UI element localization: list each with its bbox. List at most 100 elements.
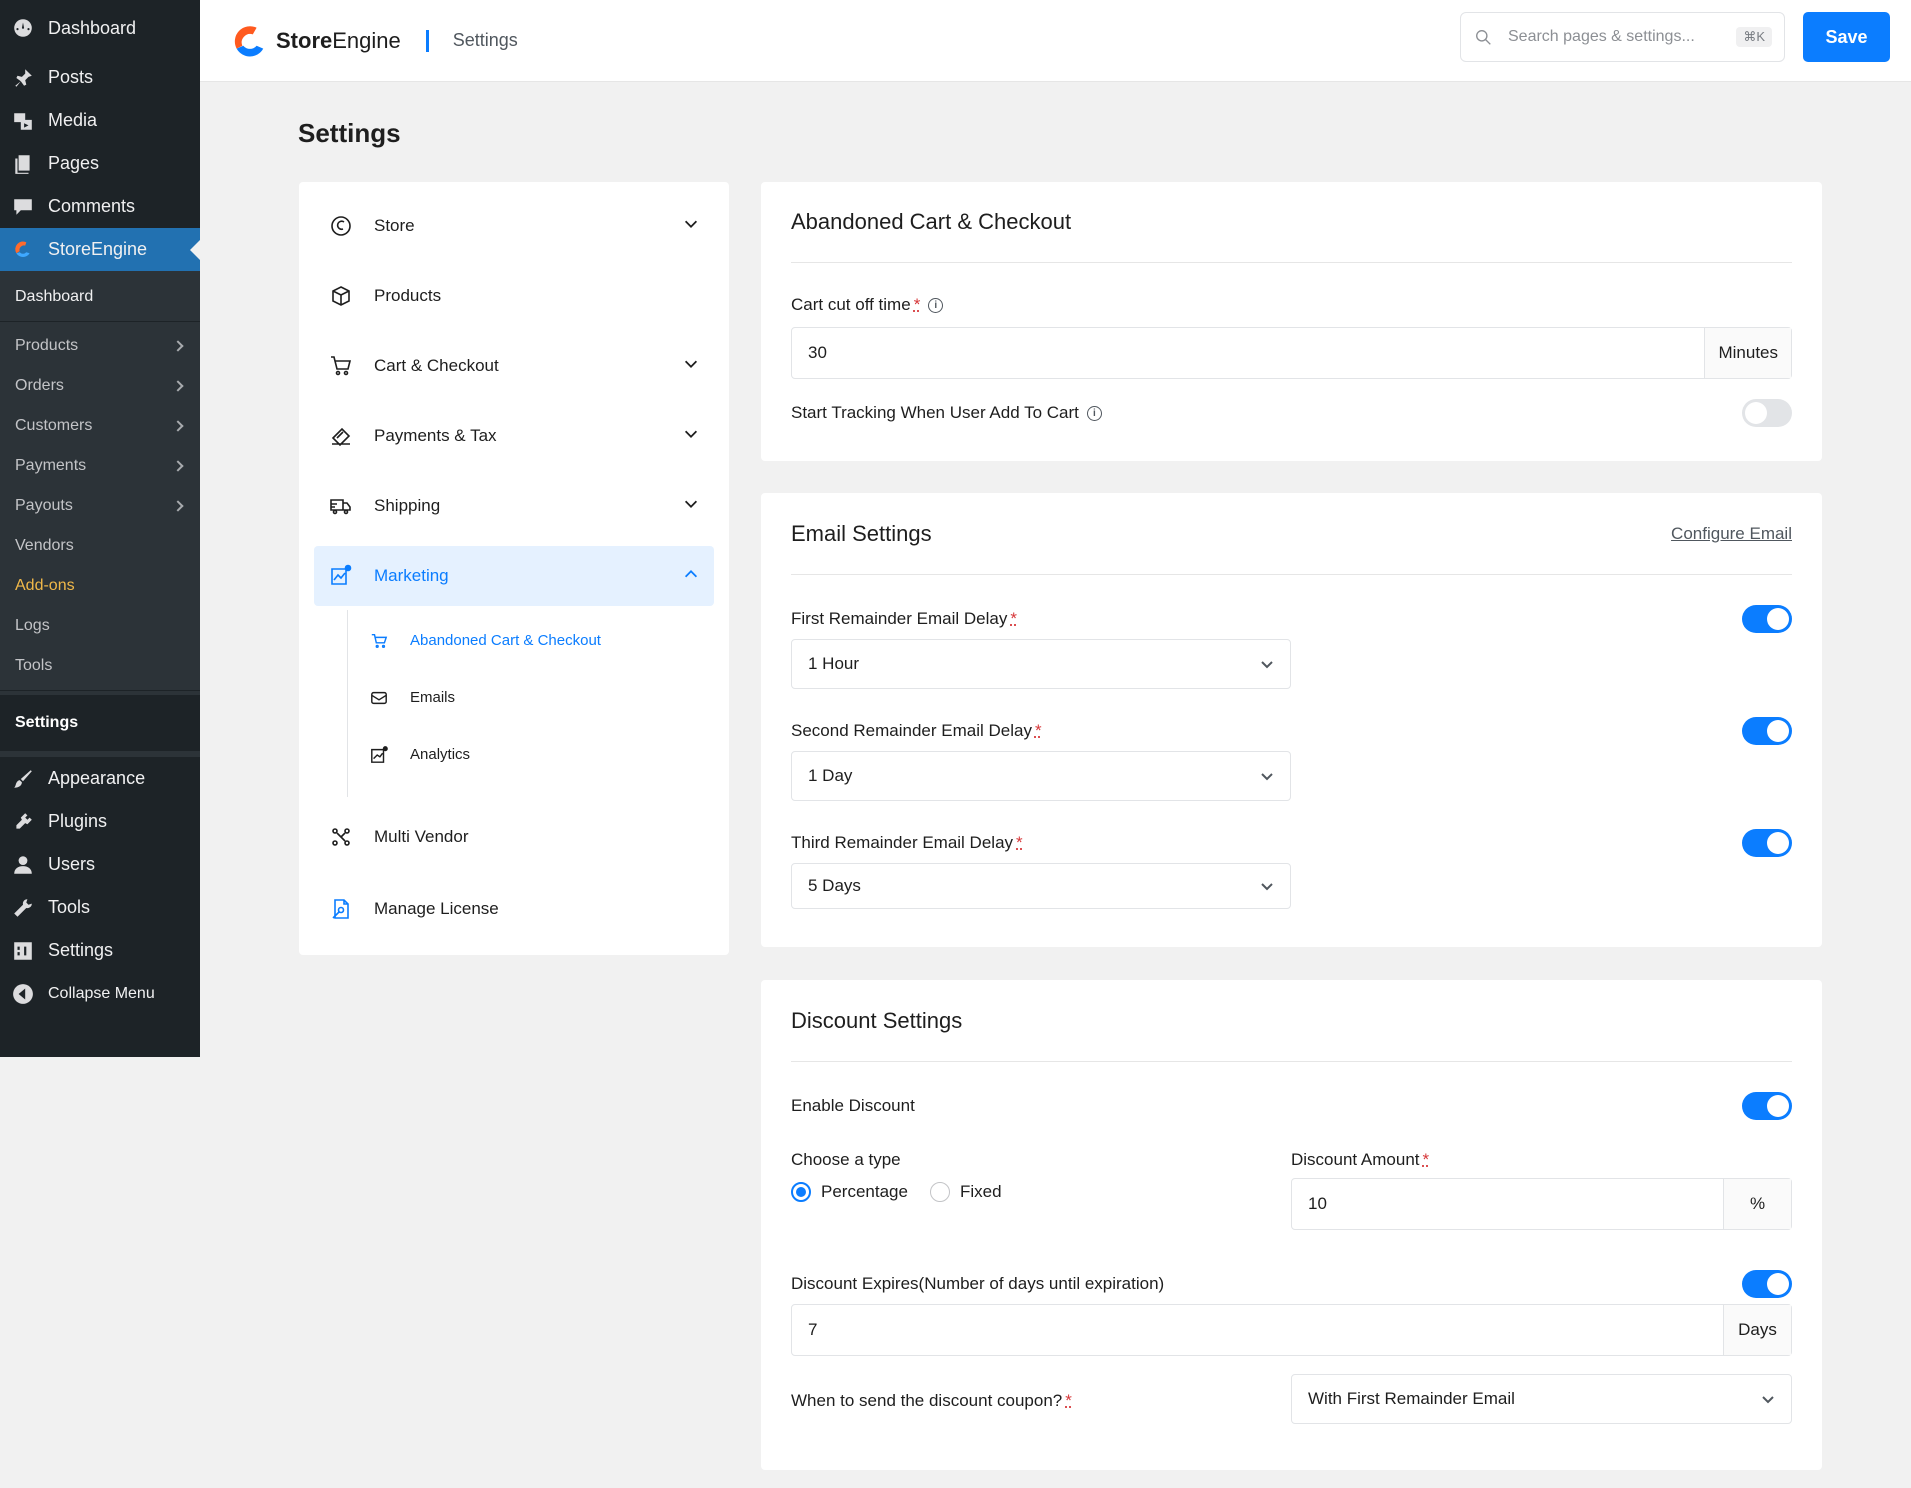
wrench-icon <box>12 897 34 919</box>
chevron-right-icon <box>172 340 184 352</box>
cutoff-time-input[interactable]: 30 Minutes <box>791 327 1792 379</box>
submenu-vendors[interactable]: Vendors <box>0 526 200 566</box>
third-delay-label: Third Remainder Email Delay * <box>791 833 1023 853</box>
wp-menu-appearance[interactable]: Appearance <box>0 757 200 800</box>
tracking-toggle[interactable] <box>1742 399 1792 427</box>
card-header: Email Settings Configure Email <box>791 493 1792 575</box>
chevron-down-icon <box>1261 883 1273 891</box>
wp-menu-collapse[interactable]: Collapse Menu <box>0 972 200 1015</box>
nav-label: Shipping <box>374 496 441 515</box>
wp-menu-storeengine[interactable]: StoreEngine <box>0 228 200 271</box>
third-delay-select[interactable]: 5 Days <box>791 863 1291 909</box>
settings-sliders-icon <box>12 940 34 962</box>
wp-menu-comments[interactable]: Comments <box>0 185 200 228</box>
abandoned-cart-card: Abandoned Cart & Checkout Cart cut off t… <box>761 182 1822 461</box>
card-title: Discount Settings <box>791 1007 963 1033</box>
chevron-down-icon[interactable] <box>682 495 700 518</box>
comment-icon <box>12 196 34 218</box>
brand-name: StoreEngine <box>276 28 401 54</box>
settings-nav-marketing[interactable]: Marketing <box>314 546 714 606</box>
third-delay-toggle[interactable] <box>1742 829 1792 857</box>
save-button[interactable]: Save <box>1803 12 1890 62</box>
settings-nav-payments-tax[interactable]: Payments & Tax <box>314 406 714 466</box>
chevron-down-icon <box>1762 1396 1774 1404</box>
chevron-down-icon[interactable] <box>682 355 700 378</box>
required-marker: * <box>913 295 921 314</box>
submenu-customers[interactable]: Customers <box>0 406 200 446</box>
enable-discount-toggle[interactable] <box>1742 1092 1792 1120</box>
submenu-label: Payouts <box>15 497 73 514</box>
discount-type-group: Choose a type Percentage Fixed <box>791 1150 1291 1230</box>
submenu-label: Vendors <box>15 537 74 554</box>
submenu-payments[interactable]: Payments <box>0 446 200 486</box>
chevron-down-icon[interactable] <box>682 215 700 238</box>
second-delay-toggle[interactable] <box>1742 717 1792 745</box>
submenu-addons[interactable]: Add-ons <box>0 566 200 606</box>
wp-menu-tools[interactable]: Tools <box>0 886 200 929</box>
envelope-icon <box>371 691 387 704</box>
settings-nav-products[interactable]: Products <box>314 266 714 326</box>
send-coupon-select[interactable]: With First Remainder Email <box>1291 1374 1792 1424</box>
submenu-label: Dashboard <box>15 288 94 305</box>
collapse-arrow-icon <box>12 983 34 1005</box>
wp-menu-settings[interactable]: Settings <box>0 929 200 972</box>
info-icon[interactable]: i <box>928 297 944 313</box>
submenu-label: Products <box>15 337 79 354</box>
radio-fixed[interactable]: Fixed <box>929 1182 1002 1202</box>
chevron-up-icon[interactable] <box>682 565 700 588</box>
user-icon <box>12 854 34 876</box>
discount-amount-input[interactable]: 10 % <box>1291 1178 1792 1230</box>
wp-menu-pages[interactable]: Pages <box>0 142 200 185</box>
second-delay-select[interactable]: 1 Day <box>791 751 1291 801</box>
settings-nav-multi-vendor[interactable]: Multi Vendor <box>314 807 714 867</box>
search-input[interactable]: Search pages & settings... ⌘K <box>1460 12 1785 62</box>
discount-expires-toggle[interactable] <box>1742 1270 1792 1298</box>
info-icon[interactable]: i <box>1086 405 1102 421</box>
first-delay-label: First Remainder Email Delay * <box>791 609 1017 629</box>
wp-menu-label: Settings <box>48 940 114 960</box>
radio-percentage[interactable]: Percentage <box>791 1182 908 1202</box>
required-marker: * <box>1010 609 1017 628</box>
wp-menu-plugins[interactable]: Plugins <box>0 800 200 843</box>
discount-expires-input[interactable]: 7 Days <box>791 1304 1792 1356</box>
submenu-settings[interactable]: Settings <box>0 695 200 751</box>
submenu-tools[interactable]: Tools <box>0 646 200 686</box>
wp-menu-users[interactable]: Users <box>0 843 200 886</box>
settings-subnav-analytics[interactable]: Analytics <box>370 726 714 783</box>
settings-nav-shipping[interactable]: Shipping <box>314 476 714 536</box>
nav-label: Marketing <box>374 566 449 585</box>
submenu-logs[interactable]: Logs <box>0 606 200 646</box>
tracking-label: Start Tracking When User Add To Cart i <box>791 403 1102 423</box>
settings-subnav-abandoned-cart[interactable]: Abandoned Cart & Checkout <box>370 612 714 669</box>
chevron-down-icon[interactable] <box>682 425 700 448</box>
settings-nav-cart-checkout[interactable]: Cart & Checkout <box>314 336 714 396</box>
wp-menu-posts[interactable]: Posts <box>0 56 200 99</box>
wp-menu-label: Posts <box>48 67 94 87</box>
first-delay-select[interactable]: 1 Hour <box>791 639 1291 689</box>
wp-menu-media[interactable]: Media <box>0 99 200 142</box>
wp-menu-dashboard[interactable]: Dashboard <box>0 0 200 56</box>
divider <box>0 690 200 691</box>
first-delay-toggle[interactable] <box>1742 605 1792 633</box>
email-settings-card: Email Settings Configure Email First Rem… <box>761 493 1822 947</box>
brand-logo[interactable]: StoreEngine <box>230 22 401 60</box>
submenu-orders[interactable]: Orders <box>0 366 200 406</box>
field-label-text: Cart cut off time <box>791 295 911 314</box>
settings-subnav-emails[interactable]: Emails <box>370 669 714 726</box>
truck-icon <box>328 493 354 519</box>
pushpin-icon <box>12 67 34 89</box>
nav-label: Products <box>374 286 442 305</box>
required-marker: * <box>1065 1391 1072 1410</box>
settings-nav-manage-license[interactable]: Manage License <box>314 879 714 939</box>
submenu-dashboard[interactable]: Dashboard <box>0 277 200 317</box>
submenu-products[interactable]: Products <box>0 326 200 366</box>
configure-email-link[interactable]: Configure Email <box>1671 524 1792 544</box>
storeengine-submenu: Dashboard Products Orders Customers Paym… <box>0 271 200 757</box>
submenu-label: Customers <box>15 417 93 434</box>
settings-nav-store[interactable]: Store <box>314 196 714 256</box>
plug-icon <box>12 811 34 833</box>
submenu-payouts[interactable]: Payouts <box>0 486 200 526</box>
input-suffix: Days <box>1723 1305 1791 1355</box>
enable-discount-label: Enable Discount <box>791 1096 915 1115</box>
submenu-label: Tools <box>15 657 53 674</box>
